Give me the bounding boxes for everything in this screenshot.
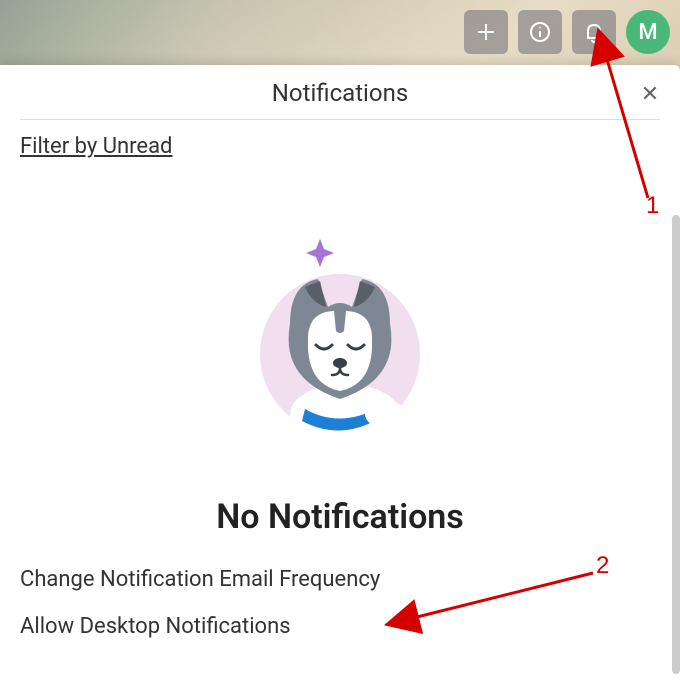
scrollbar[interactable] <box>672 215 680 686</box>
top-icon-bar: M <box>464 10 670 54</box>
annotation-label-2: 2 <box>596 552 609 580</box>
plus-icon <box>474 20 498 44</box>
notifications-button[interactable] <box>572 10 616 54</box>
close-icon: ✕ <box>641 84 659 106</box>
filter-unread-link[interactable]: Filter by Unread <box>20 134 172 159</box>
husky-illustration <box>250 229 430 449</box>
annotation-label-1: 1 <box>646 192 659 220</box>
notifications-panel: Notifications ✕ Filter by Unread <box>0 65 680 686</box>
scrollbar-thumb[interactable] <box>672 215 680 645</box>
allow-desktop-notifications-link[interactable]: Allow Desktop Notifications <box>20 614 660 639</box>
change-email-frequency-link[interactable]: Change Notification Email Frequency <box>20 567 660 592</box>
info-button[interactable] <box>518 10 562 54</box>
scrollbar-thumb-lower[interactable] <box>672 636 680 674</box>
panel-title: Notifications <box>20 79 660 107</box>
empty-state-heading: No Notifications <box>20 497 660 537</box>
bell-icon <box>582 20 606 44</box>
panel-header: Notifications ✕ <box>0 65 680 119</box>
avatar-initial: M <box>638 20 657 45</box>
panel-content: No Notifications Change Notification Ema… <box>0 159 680 686</box>
add-button[interactable] <box>464 10 508 54</box>
close-button[interactable]: ✕ <box>638 83 662 107</box>
info-icon <box>528 20 552 44</box>
user-avatar[interactable]: M <box>626 10 670 54</box>
empty-state: No Notifications <box>20 229 660 537</box>
